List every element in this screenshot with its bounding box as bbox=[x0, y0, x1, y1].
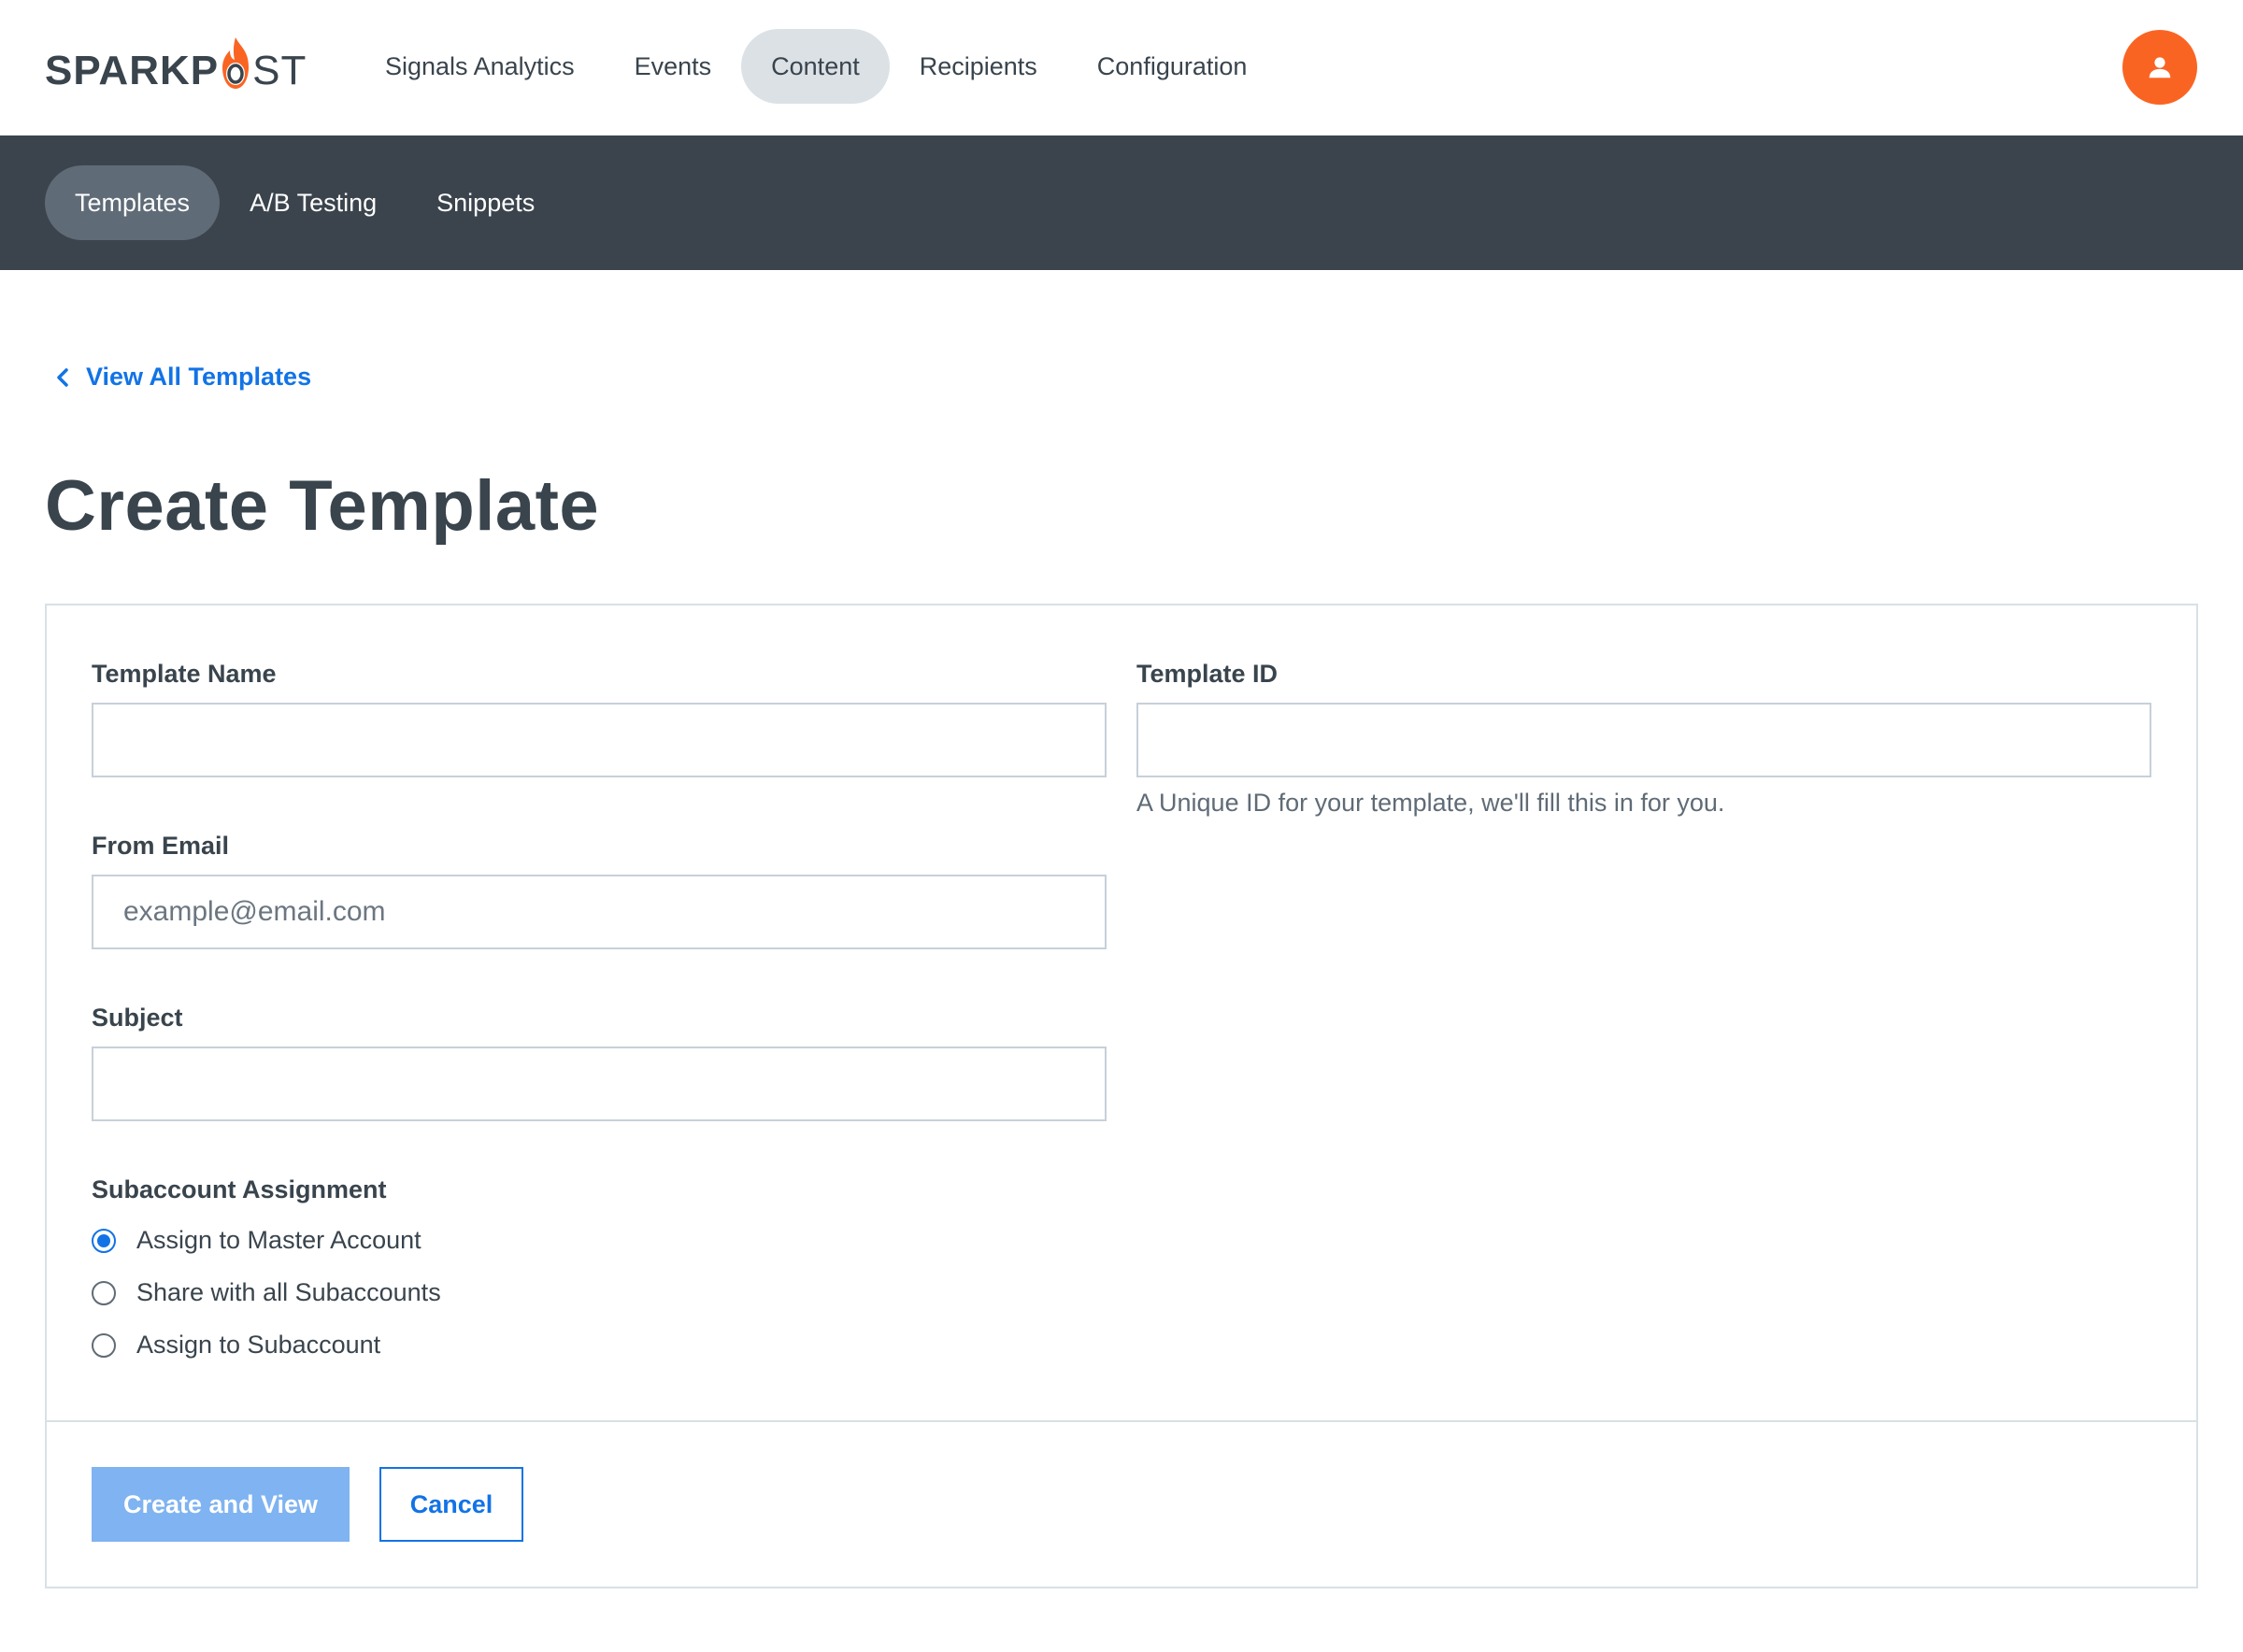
radio-button-checked[interactable] bbox=[92, 1228, 116, 1253]
nav-item-content[interactable]: Content bbox=[741, 29, 890, 104]
radio-button[interactable] bbox=[92, 1332, 116, 1358]
page-title: Create Template bbox=[45, 466, 600, 546]
nav-item-recipients[interactable]: Recipients bbox=[890, 29, 1067, 104]
radio-label: Assign to Subaccount bbox=[136, 1331, 381, 1359]
sparkpost-logo[interactable]: SPARKP ST bbox=[45, 19, 307, 103]
subject-input[interactable] bbox=[92, 1047, 1107, 1121]
radio-label: Share with all Subaccounts bbox=[136, 1278, 441, 1306]
create-and-view-button[interactable]: Create and View bbox=[92, 1467, 350, 1542]
template-name-input[interactable] bbox=[92, 703, 1107, 777]
radio-assign-master-account[interactable]: Assign to Master Account bbox=[92, 1226, 421, 1255]
breadcrumb-label: View All Templates bbox=[86, 363, 312, 391]
subject-label: Subject bbox=[92, 1004, 183, 1032]
chevron-left-icon bbox=[54, 367, 71, 388]
flame-icon bbox=[220, 37, 251, 92]
cancel-button[interactable]: Cancel bbox=[379, 1467, 523, 1542]
radio-assign-subaccount[interactable]: Assign to Subaccount bbox=[92, 1331, 380, 1360]
radio-share-all-subaccounts[interactable]: Share with all Subaccounts bbox=[92, 1278, 441, 1307]
logo-text-light: ST bbox=[252, 48, 307, 93]
radio-button[interactable] bbox=[92, 1280, 116, 1305]
tab-templates[interactable]: Templates bbox=[45, 165, 221, 240]
nav-item-events[interactable]: Events bbox=[605, 29, 742, 104]
template-id-label: Template ID bbox=[1136, 660, 1279, 688]
secondary-nav: Templates A/B Testing Snippets bbox=[45, 165, 564, 240]
from-email-label: From Email bbox=[92, 832, 230, 860]
template-id-input[interactable] bbox=[1136, 703, 2151, 777]
logo-text-bold: SPARKP bbox=[45, 48, 220, 93]
breadcrumb-view-all-templates[interactable]: View All Templates bbox=[54, 363, 311, 392]
tab-snippets[interactable]: Snippets bbox=[407, 165, 564, 240]
from-email-input[interactable] bbox=[92, 875, 1107, 949]
primary-nav: Signals Analytics Events Content Recipie… bbox=[355, 29, 1277, 104]
template-name-label: Template Name bbox=[92, 660, 277, 688]
subaccount-assignment-label: Subaccount Assignment bbox=[92, 1175, 387, 1203]
top-navigation-bar: SPARKP ST Signals Analytics Events Conten… bbox=[0, 0, 2243, 135]
nav-item-signals-analytics[interactable]: Signals Analytics bbox=[355, 29, 605, 104]
tab-ab-testing[interactable]: A/B Testing bbox=[220, 165, 407, 240]
secondary-nav-bar: Templates A/B Testing Snippets bbox=[0, 135, 2243, 270]
template-id-help-text: A Unique ID for your template, we'll fil… bbox=[1136, 789, 1725, 817]
account-avatar-button[interactable] bbox=[2122, 30, 2197, 105]
nav-item-configuration[interactable]: Configuration bbox=[1067, 29, 1278, 104]
radio-label: Assign to Master Account bbox=[136, 1226, 421, 1254]
user-icon bbox=[2149, 57, 2171, 78]
panel-divider bbox=[47, 1420, 2196, 1422]
create-template-form: Template Name Template ID A Unique ID fo… bbox=[45, 604, 2198, 1588]
